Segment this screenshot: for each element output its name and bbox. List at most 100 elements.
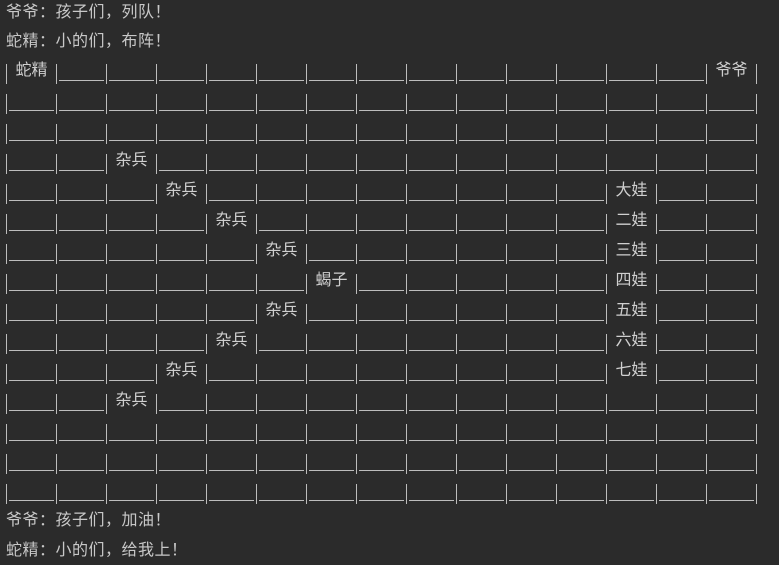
grid-cell	[157, 115, 206, 145]
unit-label: 大娃	[615, 180, 648, 199]
empty-slot-underline	[559, 110, 604, 111]
grid-cell	[57, 295, 106, 325]
grid-cell	[157, 325, 206, 355]
grid-cell	[57, 235, 106, 265]
empty-slot-underline	[559, 350, 604, 351]
grid-cell	[657, 85, 706, 115]
grid-cell	[707, 145, 756, 175]
grid-cell	[457, 325, 506, 355]
grid-cell	[257, 415, 306, 445]
grid-cell	[157, 475, 206, 505]
empty-slot-underline	[159, 170, 204, 171]
grid-cell	[507, 175, 556, 205]
empty-slot-underline	[109, 440, 154, 441]
unit-label: 二娃	[615, 210, 648, 229]
empty-slot-underline	[59, 500, 104, 501]
grid-cell: 大娃	[607, 175, 656, 205]
empty-slot-underline	[159, 230, 204, 231]
empty-slot-underline	[359, 110, 404, 111]
grid-cell	[207, 355, 256, 385]
empty-slot-underline	[159, 80, 204, 81]
grid-cell	[57, 325, 106, 355]
empty-slot-underline	[459, 230, 504, 231]
grid-row: 杂兵 大娃	[6, 175, 766, 205]
empty-slot-underline	[209, 260, 254, 261]
empty-slot-underline	[209, 200, 254, 201]
empty-slot-underline	[359, 320, 404, 321]
grid-cell	[7, 205, 56, 235]
empty-slot-underline	[659, 200, 704, 201]
empty-slot-underline	[359, 170, 404, 171]
empty-slot-underline	[459, 380, 504, 381]
grid-cell	[507, 475, 556, 505]
grid-cell	[357, 445, 406, 475]
empty-slot-underline	[509, 380, 554, 381]
grid-cell	[107, 205, 156, 235]
empty-slot-underline	[209, 440, 254, 441]
grid-cell	[657, 205, 706, 235]
grid-cell	[407, 385, 456, 415]
grid-row: 蛇精 爷爷	[6, 55, 766, 85]
grid-row: 杂兵 六娃	[6, 325, 766, 355]
empty-slot-underline	[159, 320, 204, 321]
empty-slot-underline	[209, 380, 254, 381]
grid-cell: 杂兵	[257, 295, 306, 325]
empty-slot-underline	[259, 410, 304, 411]
grid-cell	[57, 415, 106, 445]
empty-slot-underline	[459, 500, 504, 501]
grid-cell	[307, 235, 356, 265]
grid-cell	[707, 385, 756, 415]
empty-slot-underline	[559, 500, 604, 501]
cell-separator	[756, 94, 757, 114]
grid-cell	[157, 145, 206, 175]
grid-cell	[557, 445, 606, 475]
grid-cell	[457, 475, 506, 505]
empty-slot-underline	[509, 110, 554, 111]
grid-cell: 六娃	[607, 325, 656, 355]
grid-cell	[357, 85, 406, 115]
grid-cell	[457, 355, 506, 385]
grid-cell	[107, 295, 156, 325]
empty-slot-underline	[309, 170, 354, 171]
unit-label: 蝎子	[315, 270, 348, 289]
grid-cell: 爷爷	[707, 55, 756, 85]
grid-cell	[307, 295, 356, 325]
empty-slot-underline	[659, 380, 704, 381]
grid-cell: 四娃	[607, 265, 656, 295]
grid-cell	[307, 205, 356, 235]
empty-slot-underline	[559, 470, 604, 471]
empty-slot-underline	[109, 350, 154, 351]
grid-cell	[657, 355, 706, 385]
grid-cell	[557, 175, 606, 205]
empty-slot-underline	[59, 110, 104, 111]
grid-cell	[557, 265, 606, 295]
unit-label: 蛇精	[15, 60, 48, 79]
empty-slot-underline	[509, 350, 554, 351]
empty-slot-underline	[309, 320, 354, 321]
grid-cell	[207, 145, 256, 175]
empty-slot-underline	[659, 350, 704, 351]
battle-grid: 蛇精 爷爷 杂兵 杂兵 大娃 杂兵 二娃 杂兵 三娃 蝎子 四娃 杂兵 五娃 杂兵 六娃 杂兵 七娃 杂兵	[6, 55, 766, 505]
grid-cell	[57, 145, 106, 175]
grid-cell	[7, 385, 56, 415]
grid-cell	[257, 85, 306, 115]
header-line-grandpa: 爷爷：孩子们，列队！	[6, 2, 172, 21]
empty-slot-underline	[259, 500, 304, 501]
grid-cell	[457, 205, 506, 235]
cell-separator	[756, 364, 757, 384]
unit-label: 四娃	[615, 270, 648, 289]
empty-slot-underline	[709, 380, 754, 381]
grid-row: 杂兵 五娃	[6, 295, 766, 325]
empty-slot-underline	[459, 80, 504, 81]
grid-cell	[157, 55, 206, 85]
empty-slot-underline	[259, 170, 304, 171]
grid-cell	[357, 235, 406, 265]
empty-slot-underline	[709, 410, 754, 411]
empty-slot-underline	[309, 260, 354, 261]
empty-slot-underline	[9, 170, 54, 171]
grid-cell	[457, 445, 506, 475]
cell-separator	[756, 274, 757, 294]
unit-label: 杂兵	[165, 180, 198, 199]
grid-cell	[557, 55, 606, 85]
cell-separator	[756, 124, 757, 144]
